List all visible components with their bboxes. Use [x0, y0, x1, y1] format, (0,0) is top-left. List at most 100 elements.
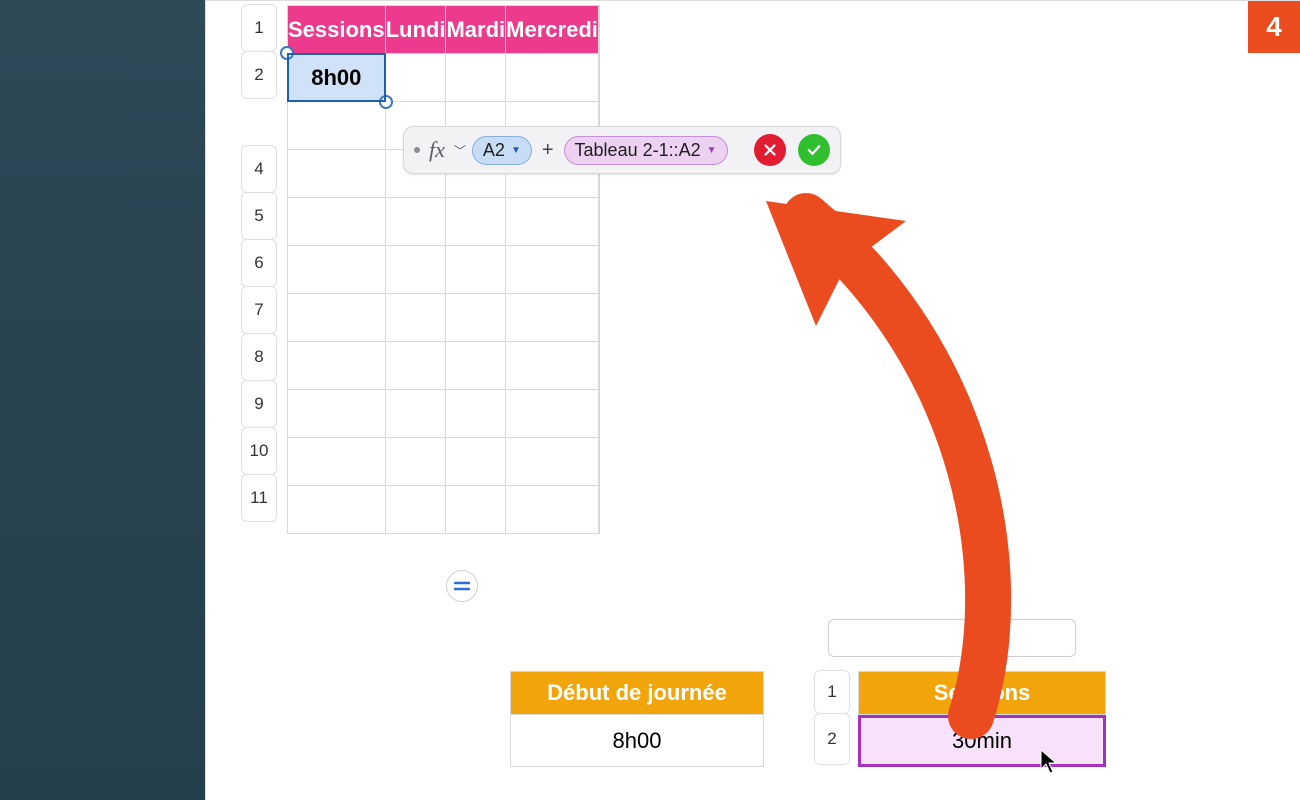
- spreadsheet-canvas: 4 1 2 3 4 5 6 7 8 9 10 11 Sessions Lundi…: [205, 0, 1300, 800]
- table-name-input[interactable]: [828, 619, 1076, 657]
- cell[interactable]: [598, 198, 599, 246]
- cell[interactable]: [506, 198, 599, 246]
- mini-table-sessions[interactable]: Sessions 30min: [858, 671, 1106, 767]
- cell[interactable]: [288, 246, 386, 294]
- formula-operator-plus: +: [538, 139, 558, 162]
- cell[interactable]: [446, 438, 506, 486]
- row-header-5[interactable]: 5: [241, 192, 277, 240]
- formula-reference-chip-a2[interactable]: A2 ▼: [472, 136, 532, 165]
- cell[interactable]: [288, 342, 386, 390]
- mini-table-header[interactable]: Début de journée: [510, 671, 764, 715]
- cell[interactable]: [446, 390, 506, 438]
- formula-bullet-icon: [414, 147, 420, 153]
- cancel-formula-button[interactable]: [754, 134, 786, 166]
- cell[interactable]: [385, 390, 446, 438]
- chip-label: A2: [483, 140, 505, 161]
- cell[interactable]: [598, 246, 599, 294]
- cell[interactable]: [598, 438, 599, 486]
- selection-handle-top-left[interactable]: [280, 46, 294, 60]
- cell[interactable]: [506, 342, 599, 390]
- cell[interactable]: [288, 150, 386, 198]
- cell[interactable]: [446, 294, 506, 342]
- row-header-1[interactable]: 1: [814, 670, 850, 714]
- fx-icon[interactable]: fx: [426, 137, 448, 163]
- row-header-1[interactable]: 1: [241, 4, 277, 52]
- table-row: [288, 390, 600, 438]
- table-corner-equals-button[interactable]: [446, 570, 478, 602]
- fx-dropdown-icon[interactable]: ﹀: [454, 142, 466, 159]
- annotation-arrow: [716, 176, 1056, 756]
- mouse-cursor-icon: [1039, 749, 1061, 780]
- cell[interactable]: [385, 342, 446, 390]
- cell[interactable]: [385, 294, 446, 342]
- accept-formula-button[interactable]: [798, 134, 830, 166]
- row-header-9[interactable]: 9: [241, 380, 277, 428]
- cell-a2-selected[interactable]: 8h00: [288, 54, 386, 102]
- cell[interactable]: [446, 486, 506, 534]
- cell[interactable]: [288, 486, 386, 534]
- cell[interactable]: [288, 438, 386, 486]
- check-icon: [805, 141, 823, 159]
- column-header-mardi[interactable]: Mardi: [446, 6, 506, 54]
- row-header-column: 1 2 3 4 5 6 7 8 9 10 11: [241, 5, 277, 522]
- row-header-4[interactable]: 4: [241, 145, 277, 193]
- cell[interactable]: [506, 294, 599, 342]
- selection-handle-bottom-right[interactable]: [379, 95, 393, 109]
- cell[interactable]: [288, 102, 386, 150]
- cell[interactable]: [446, 342, 506, 390]
- cell[interactable]: [446, 54, 506, 102]
- chip-dropdown-icon[interactable]: ▼: [511, 145, 521, 156]
- cell[interactable]: [506, 486, 599, 534]
- cell[interactable]: [446, 246, 506, 294]
- mini-table-2-row-headers: 1 2: [814, 671, 852, 765]
- cell-a2-value: 8h00: [311, 65, 361, 90]
- cell[interactable]: [385, 438, 446, 486]
- mini-table-debut-journee[interactable]: Début de journée 8h00: [510, 671, 764, 767]
- cell[interactable]: [385, 198, 446, 246]
- cell[interactable]: [598, 54, 599, 102]
- table-row: [288, 294, 600, 342]
- mini-table-header[interactable]: Sessions: [858, 671, 1106, 715]
- formula-editor-bar[interactable]: fx ﹀ A2 ▼ + Tableau 2-1::A2 ▼: [403, 126, 841, 174]
- table-header-row: Sessions Lundi Mardi Mercredi: [288, 6, 600, 54]
- table-row: [288, 246, 600, 294]
- cell[interactable]: [446, 198, 506, 246]
- column-header-sessions[interactable]: Sessions: [288, 6, 386, 54]
- app-sidebar-background: [0, 0, 205, 800]
- table-row: [288, 198, 600, 246]
- row-header-2[interactable]: 2: [814, 713, 850, 765]
- cell[interactable]: [288, 390, 386, 438]
- row-header-8[interactable]: 8: [241, 333, 277, 381]
- step-number-badge: 4: [1248, 1, 1300, 53]
- cell[interactable]: [288, 294, 386, 342]
- column-header-lundi[interactable]: Lundi: [385, 6, 446, 54]
- cell[interactable]: [385, 486, 446, 534]
- chip-label: Tableau 2-1::A2: [575, 140, 701, 161]
- cell[interactable]: [598, 486, 599, 534]
- column-header-extra[interactable]: [598, 6, 599, 54]
- mini-table-cell[interactable]: 8h00: [510, 715, 764, 767]
- column-header-mercredi[interactable]: Mercredi: [506, 6, 599, 54]
- table-row: 8h00: [288, 54, 600, 102]
- row-header-7[interactable]: 7: [241, 286, 277, 334]
- table-row: [288, 438, 600, 486]
- cell[interactable]: [385, 246, 446, 294]
- row-header-2[interactable]: 2: [241, 51, 277, 99]
- cell[interactable]: [506, 246, 599, 294]
- cell[interactable]: [385, 54, 446, 102]
- cell[interactable]: [598, 342, 599, 390]
- mini-table-cell-selected[interactable]: 30min: [858, 715, 1106, 767]
- row-header-6[interactable]: 6: [241, 239, 277, 287]
- cell[interactable]: [598, 294, 599, 342]
- formula-reference-chip-tableau2[interactable]: Tableau 2-1::A2 ▼: [564, 136, 728, 165]
- cell[interactable]: [598, 390, 599, 438]
- cell[interactable]: [506, 438, 599, 486]
- close-icon: [761, 141, 779, 159]
- row-header-10[interactable]: 10: [241, 427, 277, 475]
- chip-dropdown-icon[interactable]: ▼: [707, 145, 717, 156]
- cell[interactable]: [506, 54, 599, 102]
- cell[interactable]: [506, 390, 599, 438]
- table-grid[interactable]: Sessions Lundi Mardi Mercredi 8h00: [287, 5, 600, 534]
- row-header-11[interactable]: 11: [241, 474, 277, 522]
- cell[interactable]: [288, 198, 386, 246]
